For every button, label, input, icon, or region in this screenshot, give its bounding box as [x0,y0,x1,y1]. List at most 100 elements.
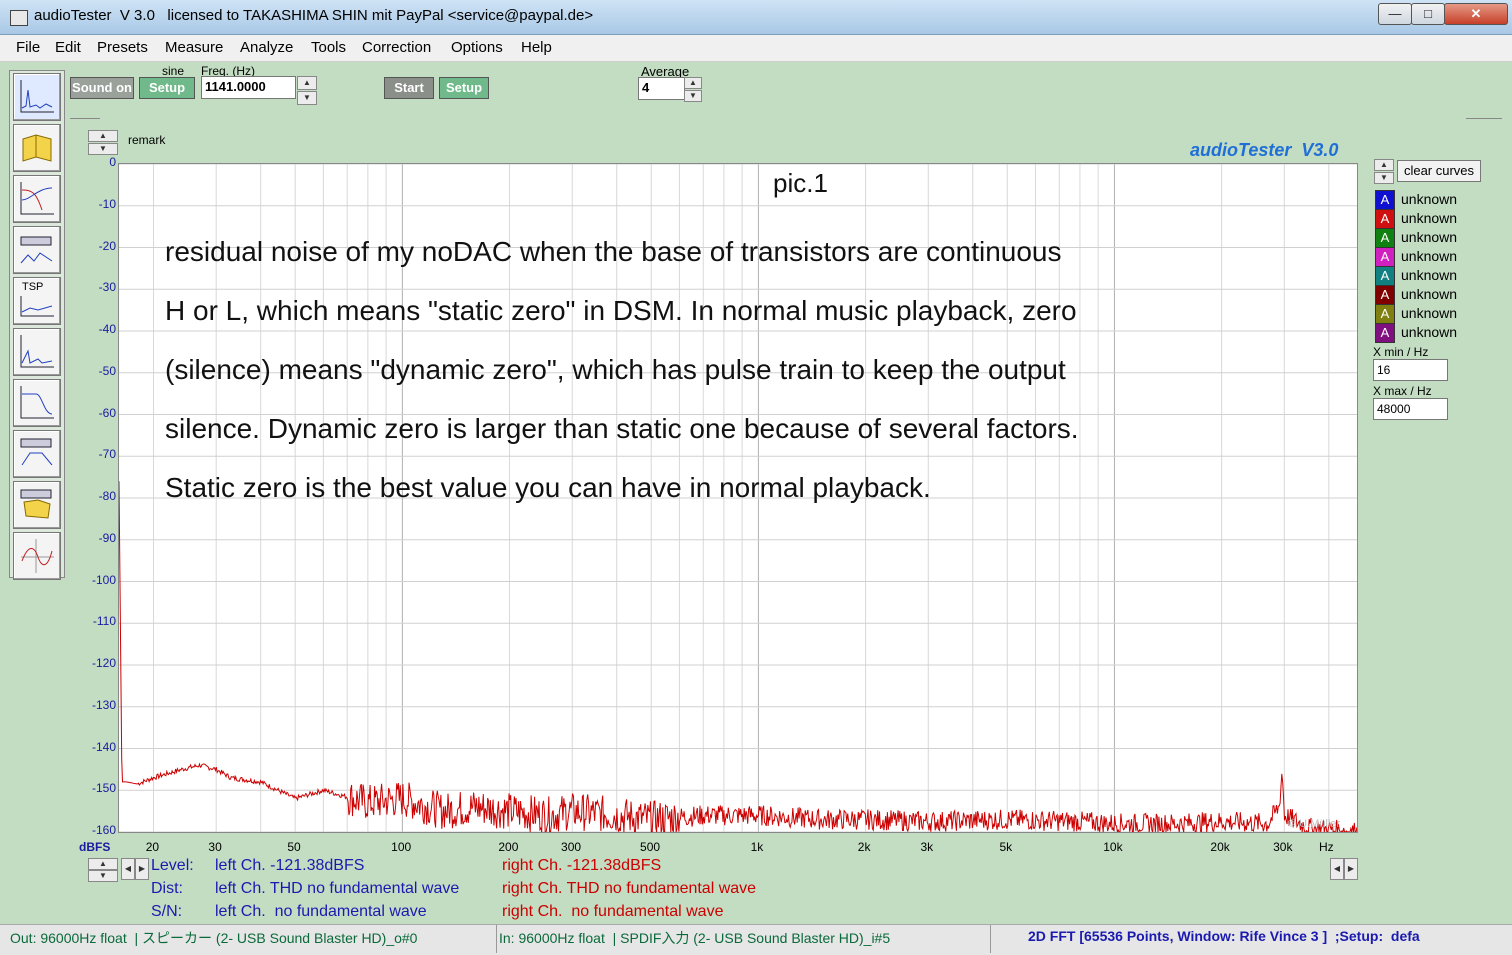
mixer-button[interactable] [13,481,61,529]
bode-button[interactable] [13,175,61,223]
dist-label: Dist: [151,880,183,897]
dist-left-value: left Ch. THD no fundamental wave [215,880,460,897]
annotation-text: residual noise of my noDAC when the base… [165,222,1315,517]
remark-spin-up[interactable]: ▲ [88,130,118,142]
x-scroll-right-button[interactable]: ▶ [1344,858,1358,880]
menu-analyze[interactable]: Analyze [240,39,293,56]
menu-options[interactable]: Options [451,39,503,56]
x-tick-label: 100 [391,840,412,854]
curve-color-swatch[interactable]: A [1375,266,1395,286]
eq-button[interactable] [13,430,61,478]
spectrum-icon [20,335,54,368]
curve-color-swatch[interactable]: A [1375,190,1395,210]
book-button[interactable] [13,124,61,172]
spectrum-button[interactable] [13,328,61,376]
left-toolbar: TSP [9,70,65,580]
menu-edit[interactable]: Edit [55,39,81,56]
curve-color-swatch[interactable]: A [1375,285,1395,305]
average-input[interactable]: 4 [638,77,685,100]
menu-file[interactable]: File [16,39,40,56]
brand-label: audioTester V3.0 [1190,140,1339,160]
status-divider [496,925,497,953]
menu-presets[interactable]: Presets [97,39,148,56]
tsp-button[interactable]: TSP [13,277,61,325]
annotation-line: Static zero is the best value you can ha… [165,472,931,503]
x-max-label: X max / Hz [1373,384,1432,398]
minimize-button[interactable]: — [1378,3,1412,25]
scope-button[interactable] [13,532,61,580]
plot-title: pic.1 [773,168,828,198]
curve-color-swatch[interactable]: A [1375,247,1395,267]
curve-legend-label[interactable]: unknown [1401,305,1457,321]
clear-curves-button[interactable]: clear curves [1397,160,1481,182]
curve-color-swatch[interactable]: A [1375,304,1395,324]
close-button[interactable]: ✕ [1444,3,1508,25]
curve-legend-label[interactable]: unknown [1401,229,1457,245]
app-icon [10,10,28,26]
copyright-label: © U.Müller [1288,818,1341,830]
curve-legend-label[interactable]: unknown [1401,286,1457,302]
frequency-input[interactable]: 1141.0000 [201,76,296,99]
menu-correction[interactable]: Correction [362,39,431,56]
window-title: audioTester V 3.0 licensed to TAKASHIMA … [34,7,594,24]
sound-on-button[interactable]: Sound on [70,77,134,99]
status-divider [990,925,991,953]
y-tick-label: -150 [91,781,116,796]
x-scroll-left-button[interactable]: ◀ [1330,858,1344,880]
curve-color-swatch[interactable]: A [1375,228,1395,248]
legend-spin-up[interactable]: ▲ [1374,159,1394,171]
menu-measure[interactable]: Measure [165,39,223,56]
generator-setup-button[interactable]: Setup [139,77,195,99]
average-spin-up[interactable]: ▲ [684,77,702,89]
y-tick-label: -40 [98,322,116,336]
x-min-input[interactable]: 16 [1373,359,1448,381]
y-unit-label: dBFS [79,840,111,854]
menu-help[interactable]: Help [521,39,552,56]
y-tick-label: -140 [91,739,116,754]
x-tick-label: 300 [561,840,582,854]
y-tick-label: -110 [92,614,116,629]
curve-legend-label[interactable]: unknown [1401,324,1457,340]
curve-legend-label[interactable]: unknown [1401,248,1457,264]
fft-analyzer-button[interactable] [13,73,61,121]
bode-icon [20,182,54,215]
x-max-input[interactable]: 48000 [1373,398,1448,420]
level-label: Level: [151,857,194,874]
y-tick-label: -10 [98,196,116,211]
generator-button[interactable] [13,226,61,274]
curve-legend-label[interactable]: unknown [1401,191,1457,207]
curve-legend-label[interactable]: unknown [1401,267,1457,283]
sn-label: S/N: [151,903,183,920]
generator-icon [20,236,53,264]
annotation-line: H or L, which means "static zero" in DSM… [165,295,1077,326]
scroll-left-button[interactable]: ◀ [121,858,135,880]
readout-spin-down[interactable]: ▼ [88,870,118,882]
curve-legend-label[interactable]: unknown [1401,210,1457,226]
freq-spin-up[interactable]: ▲ [297,76,317,90]
fft-settings-status: 2D FFT [65536 Points, Window: Rife Vince… [1028,928,1420,944]
analyzer-setup-button[interactable]: Setup [439,77,489,99]
input-device-status: In: 96000Hz float | SPDIF入力 (2- USB Soun… [499,930,891,946]
eq-icon [20,438,53,466]
title-bar: audioTester V 3.0 licensed to TAKASHIMA … [0,0,1512,35]
curve-color-swatch[interactable]: A [1375,209,1395,229]
level-left-value: left Ch. -121.38dBFS [215,857,365,874]
menu-tools[interactable]: Tools [311,39,346,56]
readout-spin-up[interactable]: ▲ [88,858,118,870]
filter-button[interactable] [13,379,61,427]
average-spin-down[interactable]: ▼ [684,90,702,102]
scroll-right-button[interactable]: ▶ [135,858,149,880]
maximize-button[interactable]: □ [1411,3,1445,25]
y-tick-label: -100 [91,572,116,587]
legend-spin-down[interactable]: ▼ [1374,172,1394,184]
freq-spin-down[interactable]: ▼ [297,91,317,105]
remark-spin-down[interactable]: ▼ [88,143,118,155]
y-tick-label: -30 [98,280,116,295]
x-tick-label: 500 [640,840,661,854]
right-channel-trace [118,481,1358,834]
start-button[interactable]: Start [384,77,434,99]
curve-color-swatch[interactable]: A [1375,323,1395,343]
x-tick-label: 3k [920,840,934,854]
x-tick-label: 1k [750,840,764,854]
x-tick-label: 50 [287,840,301,854]
